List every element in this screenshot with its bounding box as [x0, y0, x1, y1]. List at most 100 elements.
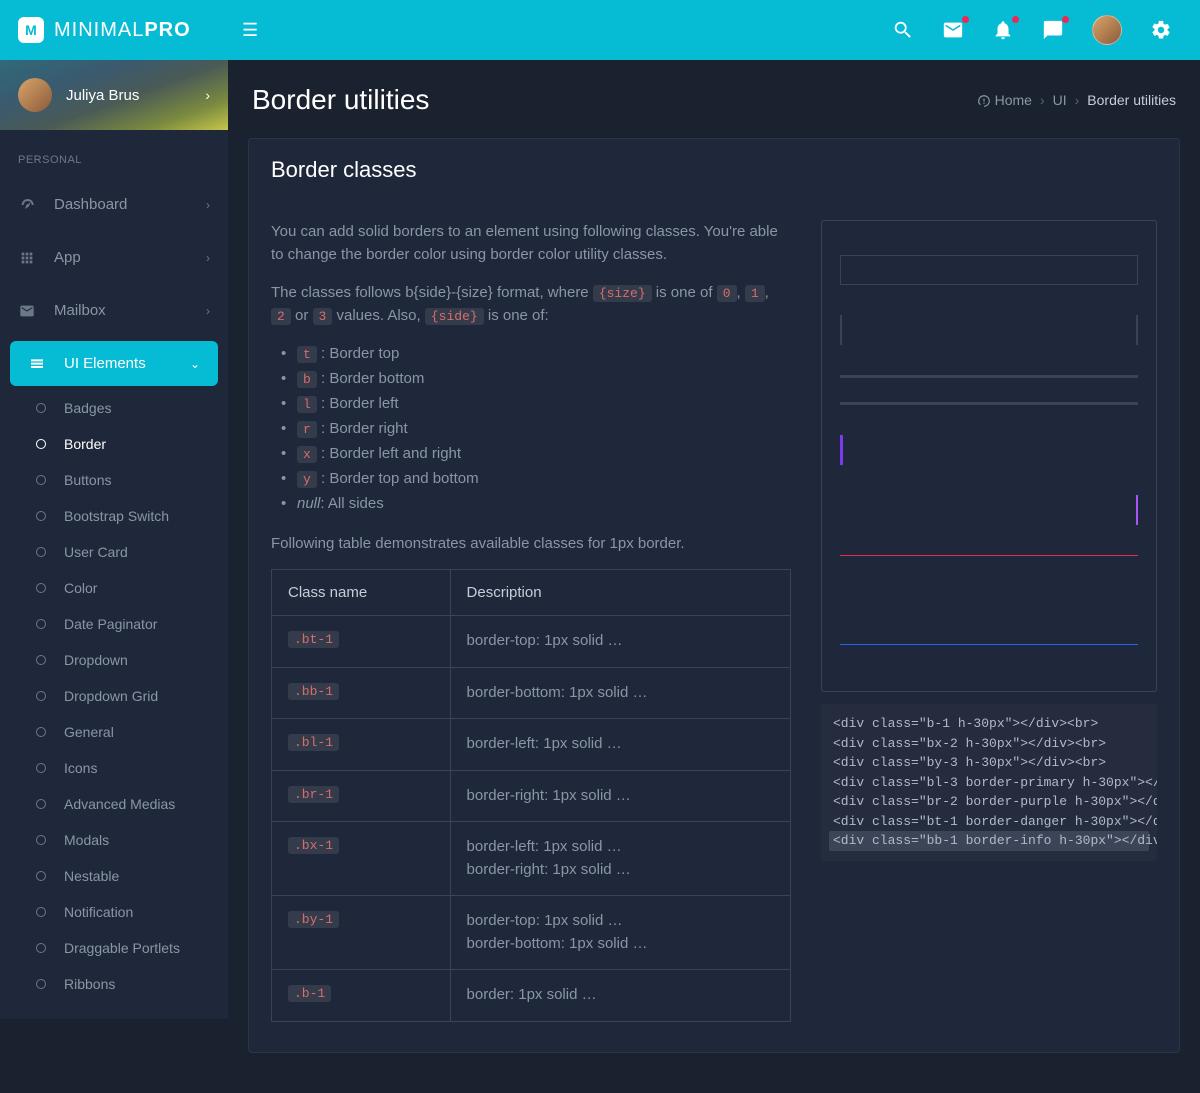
subnav-item-advanced-medias[interactable]: Advanced Medias: [0, 786, 228, 822]
bullet-icon: [36, 979, 46, 989]
nav-item-mailbox[interactable]: Mailbox›: [0, 284, 228, 337]
breadcrumb: Home › UI › Border utilities: [977, 92, 1176, 108]
subnav-label: Nestable: [64, 868, 119, 884]
subnav-item-badges[interactable]: Badges: [0, 390, 228, 426]
subnav-label: Date Paginator: [64, 616, 157, 632]
subnav-item-general[interactable]: General: [0, 714, 228, 750]
search-icon[interactable]: [892, 19, 914, 41]
table-row: .b-1border: 1px solid …: [272, 970, 791, 1022]
side-key: r: [297, 421, 317, 438]
table-row: .bl-1 border-left: 1px solid …: [272, 719, 791, 771]
subnav-item-bootstrap-switch[interactable]: Bootstrap Switch: [0, 498, 228, 534]
sidebar-user-block[interactable]: Juliya Brus ›: [0, 60, 228, 130]
class-code: .bl-1: [288, 734, 339, 751]
side-key: x: [297, 446, 317, 463]
top-avatar[interactable]: [1092, 15, 1122, 45]
subnav-item-color[interactable]: Color: [0, 570, 228, 606]
chat-icon[interactable]: [1042, 19, 1064, 41]
sidebar-toggle-button[interactable]: ☰: [228, 20, 272, 41]
demo-b-1: [840, 255, 1138, 285]
class-code: .b-1: [288, 985, 331, 1002]
subnav-label: Notification: [64, 904, 133, 920]
subnav-item-nestable[interactable]: Nestable: [0, 858, 228, 894]
code-line: <div class="bl-3 border-primary h-30px">…: [829, 773, 1149, 793]
subnav-item-ribbons[interactable]: Ribbons: [0, 966, 228, 1002]
sides-list: t : Border topb : Border bottoml : Borde…: [271, 341, 791, 516]
subnav-label: Modals: [64, 832, 109, 848]
bullet-icon: [36, 799, 46, 809]
subnav-item-user-card[interactable]: User Card: [0, 534, 228, 570]
sidebar-user-name: Juliya Brus: [66, 87, 191, 104]
border-classes-card: Border classes You can add solid borders…: [248, 138, 1180, 1053]
nav-label: Dashboard: [54, 196, 188, 213]
nav-item-ui-elements[interactable]: UI Elements⌄: [10, 341, 218, 386]
subnav-item-dropdown-grid[interactable]: Dropdown Grid: [0, 678, 228, 714]
brand-logo-icon: [18, 17, 44, 43]
bullet-icon: [36, 619, 46, 629]
subnav-list: Badges Border ButtonsBootstrap SwitchUser …: [0, 390, 228, 1002]
card-left-column: You can add solid borders to an element …: [271, 220, 791, 1022]
brand[interactable]: MINIMALPRO: [0, 17, 228, 43]
nav-icon: [18, 197, 36, 213]
demo-bt-1-danger: [840, 555, 1138, 585]
class-code: .bx-1: [288, 837, 339, 854]
subnav-label: Color: [64, 580, 97, 596]
subnav-label: Dropdown: [64, 652, 128, 668]
table-row: .by-1border-top: 1px solid …border-botto…: [272, 896, 791, 970]
breadcrumb-home[interactable]: Home: [977, 92, 1032, 108]
class-code: .by-1: [288, 911, 339, 928]
description-text: border-right: 1px solid …: [467, 859, 774, 882]
description-text: border-left: 1px solid …: [467, 733, 774, 756]
side-item: l : Border left: [297, 391, 791, 416]
side-item: y : Border top and bottom: [297, 466, 791, 491]
breadcrumb-ui[interactable]: UI: [1053, 92, 1067, 108]
page-title: Border utilities: [252, 84, 429, 116]
subnav-item-notification[interactable]: Notification: [0, 894, 228, 930]
subnav-label: Border: [64, 436, 106, 452]
sidebar: Juliya Brus › PERSONAL Dashboard›App›Mai…: [0, 60, 228, 1019]
subnav-item-dropdown[interactable]: Dropdown: [0, 642, 228, 678]
code-line: <div class="br-2 border-purple h-30px"><…: [829, 792, 1149, 812]
nav-item-dashboard[interactable]: Dashboard›: [0, 178, 228, 231]
nav-label: UI Elements: [64, 355, 172, 372]
description-text: border-right: 1px solid …: [467, 785, 774, 808]
follow-paragraph: Following table demonstrates available c…: [271, 532, 791, 555]
bullet-icon: [36, 439, 46, 449]
subnav-label: Icons: [64, 760, 97, 776]
nav-item-app[interactable]: App›: [0, 231, 228, 284]
subnav-item-border[interactable]: Border: [0, 426, 228, 462]
demo-bx-2: [840, 315, 1138, 345]
description-text: border-top: 1px solid …: [467, 630, 774, 653]
intro-paragraph: You can add solid borders to an element …: [271, 220, 791, 267]
nav-icon: [18, 303, 36, 319]
subnav-item-date-paginator[interactable]: Date Paginator: [0, 606, 228, 642]
bullet-icon: [36, 943, 46, 953]
side-item: t : Border top: [297, 341, 791, 366]
subnav-item-buttons[interactable]: Buttons: [0, 462, 228, 498]
chat-badge: [1062, 16, 1069, 23]
code-line: <div class="bx-2 h-30px"></div><br>: [829, 734, 1149, 754]
bullet-icon: [36, 835, 46, 845]
gear-icon[interactable]: [1150, 19, 1172, 41]
nav-icon: [28, 356, 46, 372]
subnav-label: Draggable Portlets: [64, 940, 180, 956]
nav-section-header: PERSONAL: [0, 130, 228, 178]
side-key: b: [297, 371, 317, 388]
bullet-icon: [36, 403, 46, 413]
code-size: {size}: [593, 285, 652, 302]
mail-icon[interactable]: [942, 19, 964, 41]
topbar: MINIMALPRO ☰: [0, 0, 1200, 60]
bell-icon[interactable]: [992, 19, 1014, 41]
brand-text: MINIMALPRO: [54, 19, 191, 42]
demo-by-3: [840, 375, 1138, 405]
border-color-link[interactable]: border color utility classes.: [490, 246, 667, 263]
chevron-right-icon: ›: [205, 87, 210, 103]
bullet-icon: [36, 727, 46, 737]
side-key: l: [297, 396, 317, 413]
classes-table: Class nameDescription .bt-1border-top: 1…: [271, 569, 791, 1022]
code-line: <div class="b-1 h-30px"></div><br>: [829, 714, 1149, 734]
subnav-item-icons[interactable]: Icons: [0, 750, 228, 786]
subnav-item-draggable-portlets[interactable]: Draggable Portlets: [0, 930, 228, 966]
subnav-label: Dropdown Grid: [64, 688, 158, 704]
subnav-item-modals[interactable]: Modals: [0, 822, 228, 858]
